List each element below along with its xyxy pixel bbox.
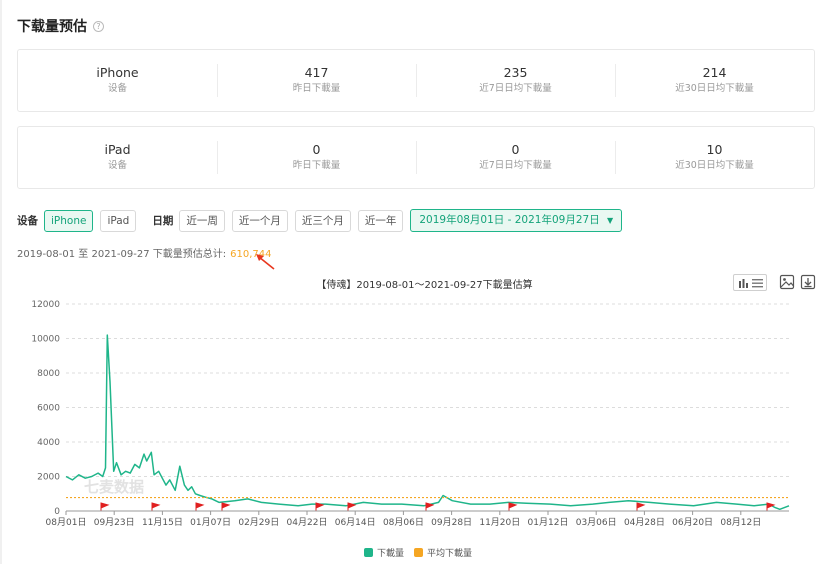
stat-value: 0 [511, 142, 520, 157]
iphone-device-cell: iPhone 设备 [18, 50, 217, 111]
stat-label: 近7日日均下載量 [479, 160, 552, 171]
ipad-7day-cell: 0 近7日日均下載量 [416, 127, 615, 188]
event-flag-icon [195, 502, 205, 511]
x-tick-label: 11月15日 [142, 517, 183, 528]
event-flag-icon [315, 502, 325, 511]
legend-label: 下載量 [377, 549, 405, 559]
range-chip-quarter[interactable]: 近三个月 [294, 209, 351, 232]
legend-swatch [414, 548, 423, 557]
ipad-yesterday-cell: 0 昨日下載量 [217, 127, 416, 188]
download-line-chart: 七麦数据 0 2000 4000 6000 8000 10000 12000 08月01日 09… [31, 300, 790, 528]
download-icon[interactable] [800, 274, 816, 290]
stat-value: 214 [702, 65, 727, 80]
page-title: 下载量预估 [17, 19, 87, 35]
event-flag-icon [100, 502, 110, 511]
stat-value: 10 [706, 142, 723, 157]
device-chip-iphone[interactable]: iPhone [44, 209, 94, 232]
x-tick-label: 09月28日 [431, 517, 472, 528]
x-tick-label: 06月20日 [672, 517, 713, 528]
stat-label: 近7日日均下載量 [479, 83, 552, 94]
iphone-stats-card: iPhone 设备 417 昨日下載量 235 近7日日均下載量 214 近30… [17, 49, 815, 112]
stat-value: 417 [304, 65, 329, 80]
device-name: iPad [104, 142, 131, 157]
x-tick-label: 04月28日 [624, 517, 665, 528]
stat-label: 昨日下載量 [292, 83, 341, 94]
x-tick-label: 11月20日 [479, 517, 520, 528]
iphone-30day-cell: 214 近30日日均下載量 [615, 50, 814, 111]
date-range-text: 2019年08月01日 - 2021年09月27日 [419, 214, 600, 226]
total-summary: 2019-08-01 至 2021-09-27 下載量预估总计: 610,744 [17, 245, 272, 260]
downloads-series-line [65, 334, 790, 511]
date-range-picker[interactable]: 2019年08月01日 - 2021年09月27日 ▼ [410, 209, 623, 232]
device-chip-ipad[interactable]: iPad [100, 209, 137, 232]
stat-label: 近30日日均下載量 [675, 160, 754, 171]
total-text: 2019-08-01 至 2021-09-27 下載量预估总计: [17, 249, 227, 260]
event-flag-icon [425, 502, 435, 511]
device-name: iPhone [96, 65, 139, 80]
stat-label: 昨日下載量 [292, 160, 341, 171]
caret-down-icon: ▼ [607, 216, 614, 225]
x-tick-label: 09月23日 [94, 517, 135, 528]
legend-item-downloads[interactable]: 下載量 [364, 546, 404, 559]
x-tick-label: 08月01日 [46, 517, 87, 528]
ipad-device-cell: iPad 设备 [18, 127, 217, 188]
date-filter-label: 日期 [152, 215, 174, 227]
x-tick-label: 04月22日 [287, 517, 328, 528]
iphone-yesterday-cell: 417 昨日下載量 [217, 50, 416, 111]
x-tick-label: 01月07日 [190, 517, 231, 528]
event-flag-icon [636, 502, 646, 511]
event-flag-icon [347, 502, 357, 511]
x-tick-label: 02月29日 [238, 517, 279, 528]
device-label: 设备 [107, 160, 127, 171]
legend-swatch [364, 548, 373, 557]
chart-type-toggle[interactable] [733, 274, 767, 291]
ipad-stats-card: iPad 设备 0 昨日下載量 0 近7日日均下載量 10 近30日日均下載量 [17, 126, 815, 189]
chart-title: 【侍魂】2019-08-01～2021-09-27下載量估算 [316, 280, 533, 291]
device-label: 设备 [107, 83, 127, 94]
x-tick-label: 08月12日 [720, 517, 761, 528]
help-icon[interactable]: ? [93, 20, 104, 32]
event-flag-icon [508, 502, 518, 511]
range-chip-month[interactable]: 近一个月 [231, 209, 288, 232]
range-chip-week[interactable]: 近一周 [179, 209, 225, 232]
save-image-icon[interactable] [779, 274, 795, 290]
stat-label: 近30日日均下載量 [675, 83, 754, 94]
event-flag-icon [151, 502, 161, 511]
bar-chart-icon[interactable] [738, 278, 749, 288]
device-filter-label: 设备 [17, 215, 38, 227]
watermark-logo: 七麦数据 [84, 478, 144, 496]
y-tick-label: 8000 [37, 369, 60, 379]
x-tick-label: 08月06日 [383, 517, 424, 528]
legend-label: 平均下載量 [427, 549, 473, 559]
x-tick-label: 01月12日 [528, 517, 569, 528]
y-tick-label: 2000 [37, 473, 60, 483]
event-flag-icon [221, 502, 231, 511]
y-tick-label: 0 [54, 507, 60, 517]
filter-row: 设备 iPhone iPad 日期 近一周 近一个月 近三个月 近一年 2019… [17, 209, 623, 232]
y-tick-label: 6000 [37, 404, 60, 414]
y-tick-label: 10000 [31, 335, 60, 345]
iphone-7day-cell: 235 近7日日均下載量 [416, 50, 615, 111]
stat-value: 0 [312, 142, 321, 157]
x-tick-label: 06月14日 [335, 517, 376, 528]
x-tick-label: 03月06日 [576, 517, 617, 528]
list-icon[interactable] [751, 278, 763, 288]
ipad-30day-cell: 10 近30日日均下載量 [615, 127, 814, 188]
y-tick-label: 12000 [31, 300, 60, 310]
stat-value: 235 [503, 65, 528, 80]
red-arrow-icon [256, 254, 275, 270]
legend-item-average[interactable]: 平均下載量 [414, 546, 472, 559]
y-tick-label: 4000 [37, 438, 60, 448]
range-chip-year[interactable]: 近一年 [357, 209, 404, 232]
title-row: 下载量预估 ? [17, 16, 104, 36]
